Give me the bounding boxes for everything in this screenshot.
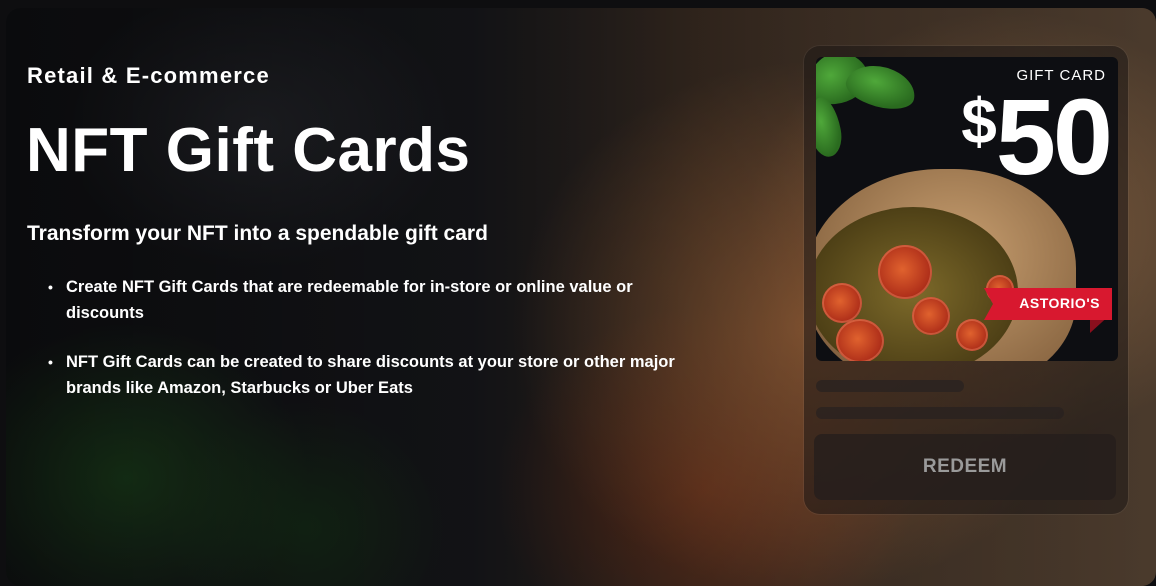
feature-list: • Create NFT Gift Cards that are redeema… xyxy=(48,274,698,424)
hero-content: Retail & E-commerce NFT Gift Cards Trans… xyxy=(6,8,766,586)
gift-card-panel: GIFT CARD $50 ASTORIO'S REDEEM xyxy=(804,46,1128,514)
brand-name: ASTORIO'S xyxy=(1019,295,1100,311)
currency-symbol: $ xyxy=(961,85,997,157)
tomato-slice-graphic xyxy=(912,297,950,335)
page-title: NFT Gift Cards xyxy=(26,116,471,185)
bullet-icon: • xyxy=(48,279,53,295)
tomato-slice-graphic xyxy=(956,319,988,351)
amount-value: 50 xyxy=(995,76,1113,197)
tomato-slice-graphic xyxy=(822,283,862,323)
hero-subtitle: Transform your NFT into a spendable gift… xyxy=(27,222,488,245)
bullet-icon: • xyxy=(48,354,53,370)
feature-text: Create NFT Gift Cards that are redeemabl… xyxy=(66,278,633,322)
basil-leaf-graphic xyxy=(816,94,845,160)
placeholder-line xyxy=(816,407,1064,419)
gift-card-image: GIFT CARD $50 ASTORIO'S xyxy=(816,57,1118,361)
placeholder-line xyxy=(816,380,964,392)
category-eyebrow: Retail & E-commerce xyxy=(27,63,270,88)
gift-card-amount: $50 xyxy=(961,83,1113,191)
tomato-slice-graphic xyxy=(836,319,884,361)
feature-list-item: • Create NFT Gift Cards that are redeema… xyxy=(48,274,698,326)
redeem-button[interactable]: REDEEM xyxy=(814,434,1116,500)
feature-list-item: • NFT Gift Cards can be created to share… xyxy=(48,349,698,401)
feature-text: NFT Gift Cards can be created to share d… xyxy=(66,353,675,397)
tomato-slice-graphic xyxy=(878,245,932,299)
